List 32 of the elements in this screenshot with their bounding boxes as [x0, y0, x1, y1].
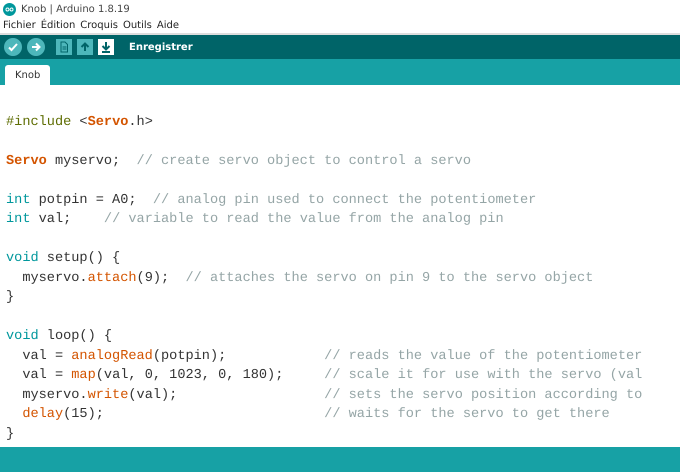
arrow-down-icon	[100, 41, 112, 53]
window-title: Knob | Arduino 1.8.19	[21, 4, 130, 14]
code-line: myservo.write(val); // sets the servo position according to	[21, 386, 642, 404]
code-line: Servo myservo; // create servo object to control a servo	[6, 152, 471, 170]
toolbar-button[interactable]	[56, 39, 72, 55]
toolbar-button[interactable]	[77, 39, 93, 55]
toolbar-hint: Enregistrer	[129, 42, 193, 52]
check-icon	[7, 41, 19, 53]
code-line: val = map(val, 0, 1023, 0, 180); // scale it for use with the servo (val	[21, 367, 642, 385]
menu-item[interactable]: Croquis	[80, 20, 118, 31]
menu-item[interactable]: Édition	[40, 20, 76, 31]
menu-item[interactable]: Outils	[122, 20, 152, 31]
code-line: delay(15); // waits for the servo to get there	[21, 406, 610, 424]
code-line: void loop() {	[6, 328, 112, 346]
code-line: myservo.attach(9); // attaches the servo on pin 9 to the servo object	[21, 270, 594, 288]
menu-item[interactable]: Aide	[156, 20, 179, 31]
file-tab[interactable]: Knob	[5, 65, 50, 85]
app-logo-icon	[3, 2, 16, 16]
arrow-up-icon	[79, 41, 91, 53]
document-icon	[58, 41, 70, 53]
round-toolbar-button[interactable]	[4, 38, 22, 56]
arrow-right-icon	[30, 41, 42, 53]
menu-item[interactable]: Fichier	[3, 20, 36, 31]
code-line: int val; // variable to read the value from the analog pin	[6, 211, 504, 229]
code-line: int potpin = A0; // analog pin used to connect the potentiometer	[6, 192, 536, 210]
code-line: #include <Servo.h>	[6, 114, 153, 132]
code-line: void setup() {	[6, 250, 120, 268]
code-line: }	[6, 289, 14, 307]
toolbar-button[interactable]	[98, 39, 114, 55]
code-line: }	[6, 426, 14, 444]
code-line: val = analogRead(potpin); // reads the value of the potentiometer	[21, 348, 642, 366]
round-toolbar-button[interactable]	[27, 38, 45, 56]
